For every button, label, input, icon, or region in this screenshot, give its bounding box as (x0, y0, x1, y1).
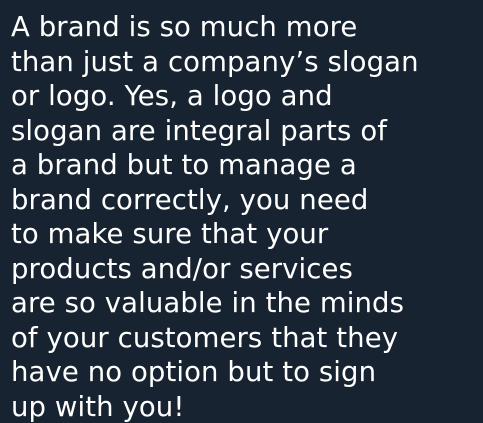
quote-panel: A brand is so much more than just a comp… (0, 0, 483, 423)
quote-line: brand correctly, you need (11, 183, 369, 216)
quote-line: products and/or services (11, 252, 353, 285)
quote-line: than just a company’s slogan (11, 45, 419, 78)
quote-line: are so valuable in the minds (11, 287, 405, 319)
quote-line: A brand is so much more (11, 11, 358, 43)
quote-line: or logo. Yes, a logo and (11, 80, 333, 112)
brand-quote-text: A brand is so much more than just a comp… (11, 10, 475, 423)
quote-line: of your customers that they (11, 321, 399, 354)
quote-line: up with you! (11, 390, 185, 423)
quote-line: to make sure that your (11, 218, 329, 250)
quote-line: have no option but to sign (11, 356, 377, 388)
quote-line: slogan are integral parts of (11, 114, 388, 147)
quote-line: a brand but to manage a (11, 149, 357, 181)
